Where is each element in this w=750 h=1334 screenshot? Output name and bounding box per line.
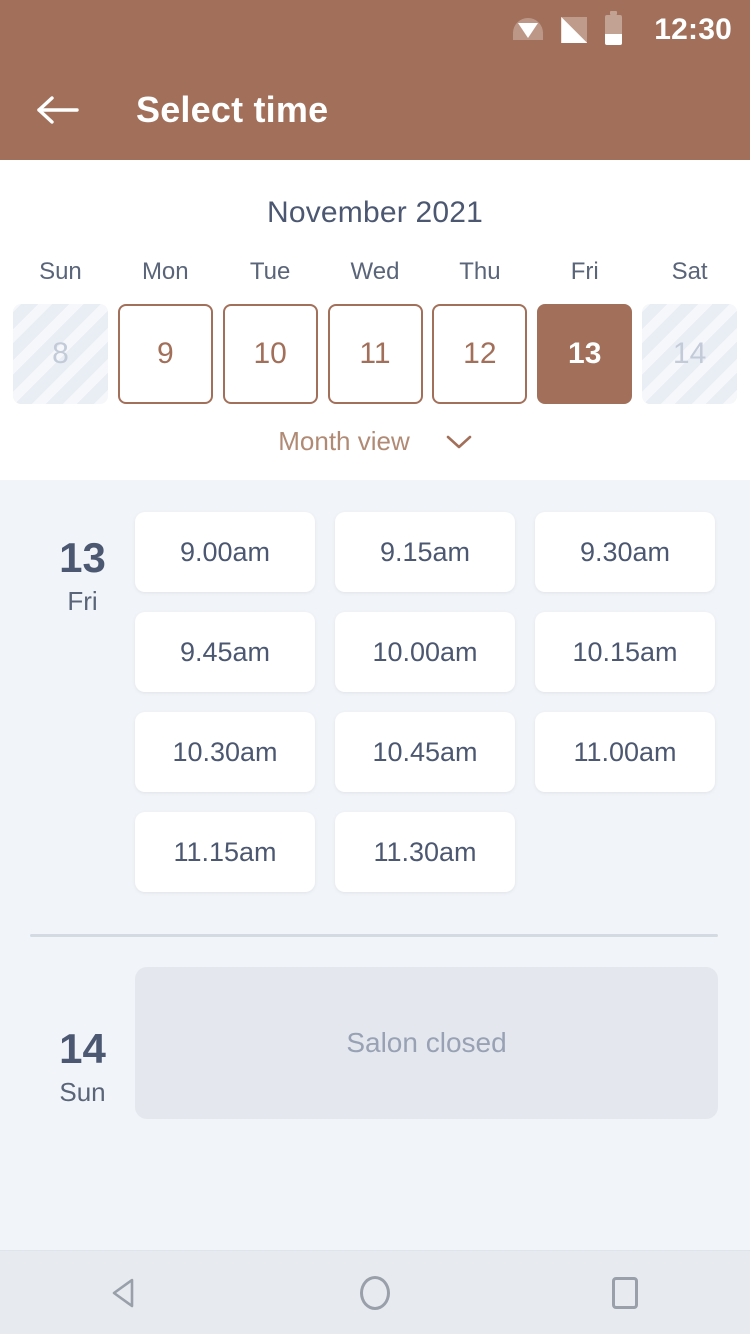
day-group-14: 14 Sun Salon closed xyxy=(0,959,750,1119)
wifi-icon xyxy=(513,18,544,42)
back-button[interactable] xyxy=(28,80,88,140)
calendar-day-name: Tue xyxy=(249,258,291,285)
calendar-day-cell-9[interactable]: 9 xyxy=(117,304,213,404)
time-slot[interactable]: 9.00am xyxy=(135,512,315,592)
chevron-down-icon xyxy=(446,435,472,448)
calendar-day-name: Thu xyxy=(459,258,501,285)
calendar-month-label: November 2021 xyxy=(266,196,484,229)
day-number: 14 xyxy=(59,1025,106,1072)
time-slot[interactable]: 9.15am xyxy=(335,512,515,592)
month-view-label: Month view xyxy=(278,426,410,456)
calendar-day-cell-12[interactable]: 12 xyxy=(432,304,528,404)
calendar-day-name: Sat xyxy=(671,258,708,285)
calendar-day-name: Fri xyxy=(570,258,599,285)
calendar-day-name: Sun xyxy=(39,258,82,285)
status-bar-clock: 12:30 xyxy=(654,13,732,46)
day-weekday: Sun xyxy=(59,1077,106,1108)
cell-signal-icon xyxy=(561,17,588,43)
day-label-13: 13 Fri xyxy=(30,480,135,892)
time-slot[interactable]: 10.15am xyxy=(535,612,715,692)
nav-back-button[interactable] xyxy=(70,1251,180,1334)
nav-recents-button[interactable] xyxy=(570,1251,680,1334)
day-label-14: 14 Sun xyxy=(30,959,135,1119)
time-slot-grid: 9.00am 9.15am 9.30am 9.45am 10.00am 10.1… xyxy=(135,480,750,892)
calendar-day-cell-8: 8 xyxy=(12,304,108,404)
calendar-day-cell-14: 14 xyxy=(642,304,738,404)
time-slot[interactable]: 10.45am xyxy=(335,712,515,792)
triangle-back-icon xyxy=(112,1278,134,1307)
time-slot[interactable]: 10.30am xyxy=(135,712,315,792)
day-weekday: Fri xyxy=(67,586,98,617)
month-view-toggle[interactable]: Month view xyxy=(0,426,750,457)
calendar-days-row: 8 9 10 11 12 13 14 xyxy=(0,304,750,404)
calendar-panel: November 2021 Sun Mon Tue Wed Thu Fri Sa… xyxy=(0,160,750,480)
page-title: Select time xyxy=(136,89,329,130)
time-slot[interactable]: 9.45am xyxy=(135,612,315,692)
app-bar: Select time xyxy=(0,60,750,160)
time-slot[interactable]: 11.15am xyxy=(135,812,315,892)
section-divider xyxy=(30,934,718,937)
time-slot[interactable]: 11.30am xyxy=(335,812,515,892)
calendar-day-cell-13[interactable]: 13 xyxy=(537,304,633,404)
circle-home-icon xyxy=(360,1275,390,1310)
status-bar-icons: 12:30 xyxy=(513,11,732,47)
time-slot[interactable]: 10.00am xyxy=(335,612,515,692)
status-bar: 12:30 xyxy=(0,0,750,60)
time-slot[interactable]: 11.00am xyxy=(535,712,715,792)
day-group-13: 13 Fri 9.00am 9.15am 9.30am 9.45am 10.00… xyxy=(0,480,750,892)
android-nav-bar xyxy=(0,1250,750,1334)
time-slot[interactable]: 9.30am xyxy=(535,512,715,592)
calendar-day-names-row: Sun Mon Tue Wed Thu Fri Sat xyxy=(0,258,750,286)
schedule-body: 13 Fri 9.00am 9.15am 9.30am 9.45am 10.00… xyxy=(0,480,750,1250)
calendar-day-name: Mon xyxy=(141,258,189,285)
square-recents-icon xyxy=(612,1276,638,1309)
salon-closed-banner: Salon closed xyxy=(135,967,718,1119)
app-root: 12:30 Select time November 2021 Sun Mon … xyxy=(0,0,750,1334)
calendar-day-cell-10[interactable]: 10 xyxy=(222,304,318,404)
arrow-left-icon xyxy=(37,96,79,124)
battery-icon xyxy=(605,11,623,45)
day-number: 13 xyxy=(59,534,106,581)
calendar-day-name: Wed xyxy=(350,258,400,285)
calendar-day-cell-11[interactable]: 11 xyxy=(327,304,423,404)
nav-home-button[interactable] xyxy=(320,1251,430,1334)
